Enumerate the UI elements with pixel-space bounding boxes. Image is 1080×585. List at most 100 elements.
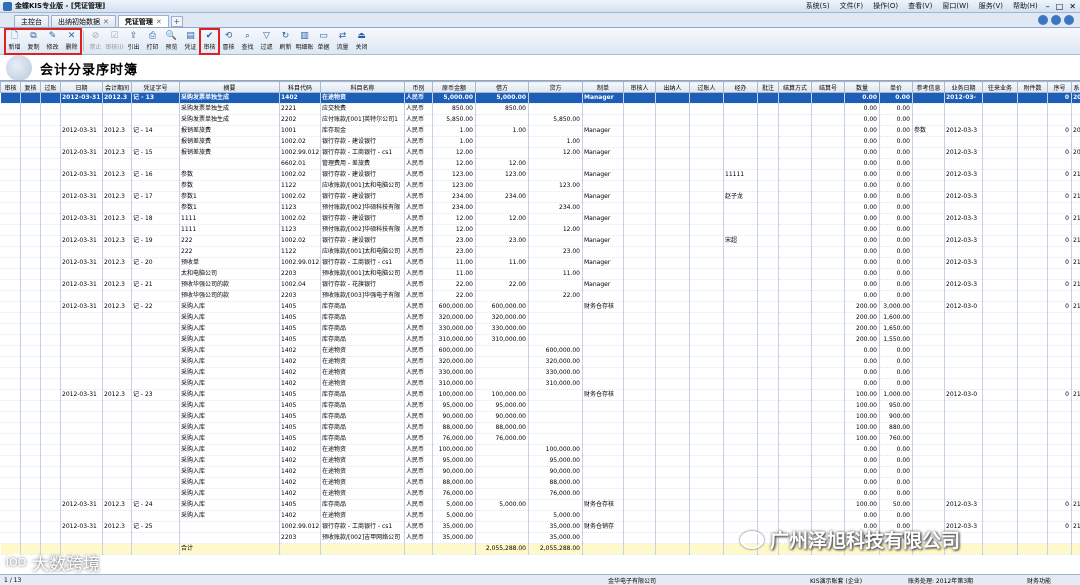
table-row[interactable]: 6602.01 管理费用 - 差旅费 人民币 12.00 12.00 0.00 0.00 — [0, 158, 1080, 170]
smiley-icon[interactable] — [1038, 15, 1048, 25]
table-row[interactable]: 采购入库 1402 在途物资 人民币 330,000.00 330,000.00 0.00 0… — [0, 367, 1080, 379]
voucher-grid[interactable]: 审核 复核 过账 日期 会计期间 凭证字号 摘要 科目代码 科目名称 币别 原币金额 借方 贷方 制单 审核… — [0, 80, 1080, 574]
tab-3[interactable]: 凭证管理 ✕ — [117, 15, 169, 27]
toolbar-button-voucher[interactable]: ▤ 凭证 — [181, 29, 200, 54]
table-row[interactable]: 2012-03-31 2012.3 记 - 17 参数1 1002.02 银行存款 - 建… — [0, 191, 1080, 203]
table-row[interactable]: 2012-03-31 2012.3 记 - 15 报销差旅费 1002.99.012 银行… — [0, 147, 1080, 159]
table-row[interactable]: 采购发票单独生成 2221 应交税费 人民币 850.00 850.00 0.00 0.00 — [0, 103, 1080, 115]
column-header[interactable]: 复核 — [20, 81, 41, 93]
menu-item[interactable]: 帮助(H) — [1009, 1, 1042, 11]
column-header[interactable]: 参考信息 — [912, 81, 945, 93]
toolbar-button-new-doc[interactable]: 🗋 新增 — [5, 29, 24, 54]
column-header[interactable]: 会计期间 — [102, 81, 132, 93]
toolbar-button-ledger[interactable]: ▥ 明细账 — [295, 29, 314, 54]
menu-item[interactable]: 窗口(W) — [938, 1, 972, 11]
minimize-icon[interactable]: – — [1046, 2, 1050, 11]
table-row[interactable]: 2012-03-31 2012.3 记 - 22 采购入库 1405 库存商品 人民币 600… — [0, 301, 1080, 313]
table-row[interactable]: 采购入库 1405 库存商品 人民币 88,000.00 88,000.00 100.00 8… — [0, 422, 1080, 434]
table-row[interactable]: 采购入库 1402 在途物资 人民币 76,000.00 76,000.00 0.00 0.0… — [0, 488, 1080, 500]
toolbar-button-export[interactable]: ⇪ 引出 — [124, 29, 143, 54]
column-header[interactable]: 科目代码 — [279, 81, 321, 93]
table-row[interactable]: 采购发票单独生成 2202 应付账款/[001]英特尔公司1 人民币 5,850.00 5… — [0, 114, 1080, 126]
mail-icon[interactable] — [1064, 15, 1074, 25]
column-header[interactable]: 制单 — [582, 81, 624, 93]
new-tab-button[interactable]: + — [170, 16, 183, 27]
table-row[interactable]: 采购入库 1402 在途物资 人民币 310,000.00 310,000.00 0.00 0… — [0, 378, 1080, 390]
column-header[interactable]: 往来业务 — [982, 81, 1018, 93]
column-header[interactable]: 借方 — [475, 81, 529, 93]
toolbar-button-flow[interactable]: ⇄ 流量 — [333, 29, 352, 54]
table-row[interactable]: 预收华强公司的款 2203 预收账款/[003]华强电子有限 人民币 22.00 22.0… — [0, 290, 1080, 302]
table-row[interactable]: 2012-03-31 2012.3 记 - 19 222 1002.02 银行存款 - 建… — [0, 235, 1080, 247]
toolbar-button-copy[interactable]: ⧉ 复制 — [24, 29, 43, 54]
menu-item[interactable]: 服务(V) — [975, 1, 1007, 11]
table-row[interactable]: 采购入库 1405 库存商品 人民币 90,000.00 90,000.00 100.00 9… — [0, 411, 1080, 423]
toolbar-button-refresh[interactable]: ↻ 刷新 — [276, 29, 295, 54]
table-row[interactable]: 2012-03-31 2012.3 记 - 21 预收华强公司的款 1002.04 银行存… — [0, 279, 1080, 291]
menu-item[interactable]: 操作(O) — [869, 1, 902, 11]
column-header[interactable]: 摘要 — [179, 81, 280, 93]
column-header[interactable]: 单价 — [879, 81, 913, 93]
table-row[interactable]: 采购入库 1405 库存商品 人民币 330,000.00 330,000.00 200.0… — [0, 323, 1080, 335]
column-header[interactable]: 结算号 — [811, 81, 845, 93]
column-header[interactable]: 审核 — [0, 81, 21, 93]
table-row[interactable]: 采购入库 1405 库存商品 人民币 310,000.00 310,000.00 200.0… — [0, 334, 1080, 346]
table-row[interactable]: 采购入库 1402 在途物资 人民币 88,000.00 88,000.00 0.00 0.0… — [0, 477, 1080, 489]
toolbar-button-filter[interactable]: ▽ 过滤 — [257, 29, 276, 54]
toolbar-button-audit[interactable]: ☑ 审核(I) — [105, 29, 124, 54]
toolbar-button-find[interactable]: ⌕ 查找 — [238, 29, 257, 54]
table-row[interactable]: 采购入库 1402 在途物资 人民币 320,000.00 320,000.00 0.00 0… — [0, 356, 1080, 368]
column-header[interactable]: 经办 — [723, 81, 758, 93]
menu-item[interactable]: 文件(F) — [836, 1, 868, 11]
column-header[interactable]: 币别 — [404, 81, 433, 93]
toolbar-button-review[interactable]: ✔ 审核 — [200, 29, 219, 54]
table-row[interactable]: 采购入库 1405 库存商品 人民币 320,000.00 320,000.00 200.0… — [0, 312, 1080, 324]
table-row[interactable]: 采购入库 1402 在途物资 人民币 600,000.00 600,000.00 0.00 0… — [0, 345, 1080, 357]
table-row[interactable]: 2012-03-31 2012.3 记 - 24 采购入库 1405 库存商品 人民币 5,0… — [0, 499, 1080, 511]
toolbar-button-double-check[interactable]: ⟲ 冒核 — [219, 29, 238, 54]
table-row[interactable]: 采购入库 1402 在途物资 人民币 5,000.00 5,000.00 0.00 0.00 — [0, 510, 1080, 522]
table-row[interactable]: 2012-03-31 2012.3 记 - 20 预收单 1002.99.012 银行存款… — [0, 257, 1080, 269]
help-circle-icon[interactable] — [1051, 15, 1061, 25]
column-header[interactable]: 贷方 — [528, 81, 583, 93]
menu-item[interactable]: 查看(V) — [904, 1, 936, 11]
toolbar-button-preview[interactable]: 🔍 预览 — [162, 29, 181, 54]
table-row[interactable]: 采购入库 1405 库存商品 人民币 95,000.00 95,000.00 100.00 9… — [0, 400, 1080, 412]
table-row[interactable]: 2012-03-31 2012.3 记 - 13 采购发票单独生成 1402 在途物资 人民… — [0, 92, 1080, 104]
column-header[interactable]: 结算方式 — [778, 81, 812, 93]
toolbar-button-print[interactable]: ⎙ 打印 — [143, 29, 162, 54]
table-row[interactable]: 2012-03-31 2012.3 记 - 23 采购入库 1405 库存商品 人民币 100… — [0, 389, 1080, 401]
column-header[interactable]: 系 — [1071, 81, 1080, 93]
table-row[interactable]: 采购入库 1405 库存商品 人民币 76,000.00 76,000.00 100.00 7… — [0, 433, 1080, 445]
toolbar-button-edit[interactable]: ✎ 修改 — [43, 29, 62, 54]
column-header[interactable]: 原币金额 — [432, 81, 476, 93]
table-row[interactable]: 2012-03-31 2012.3 记 - 14 报销差旅费 1001 库存现金 人民币 1.… — [0, 125, 1080, 137]
column-header[interactable]: 科目名称 — [320, 81, 405, 93]
column-header[interactable]: 数量 — [844, 81, 880, 93]
table-row[interactable]: 参数 1122 应收账款/[001]太和电脑公司 人民币 123.00 123.00 0.0… — [0, 180, 1080, 192]
table-row[interactable]: 太和电脑公司 2203 预收账款/[001]太和电脑公司 人民币 11.00 11.00 0… — [0, 268, 1080, 280]
column-header[interactable]: 审核人 — [623, 81, 656, 93]
table-row[interactable]: 采购入库 1402 在途物资 人民币 90,000.00 90,000.00 0.00 0.0… — [0, 466, 1080, 478]
column-header[interactable]: 序号 — [1047, 81, 1072, 93]
table-row[interactable]: 报销差旅费 1002.02 银行存款 - 建设银行 人民币 1.00 1.00 0.00 0.… — [0, 136, 1080, 148]
column-header[interactable]: 过账 — [40, 81, 61, 93]
toolbar-button-document[interactable]: ▭ 单据 — [314, 29, 333, 54]
menu-item[interactable]: 系统(S) — [802, 1, 834, 11]
table-row[interactable]: 参数1 1123 预付账款/[002]华硕科技有限 人民币 234.00 234.00 0.… — [0, 202, 1080, 214]
column-header[interactable]: 业务日期 — [944, 81, 983, 93]
table-row[interactable]: 2012-03-31 2012.3 记 - 18 1111 1002.02 银行存款 - … — [0, 213, 1080, 225]
tab-2[interactable]: 出纳初始数据 ✕ — [51, 15, 116, 27]
maximize-icon[interactable]: □ — [1056, 2, 1064, 11]
table-row[interactable]: 222 1122 应收账款/[001]太和电脑公司 人民币 23.00 23.00 0.00… — [0, 246, 1080, 258]
toolbar-button-delete[interactable]: ✕ 删除 — [62, 29, 81, 54]
column-header[interactable]: 附件数 — [1017, 81, 1048, 93]
column-header[interactable]: 凭证字号 — [131, 81, 180, 93]
toolbar-button-close-door[interactable]: ⏏ 关闭 — [352, 29, 371, 54]
close-icon[interactable]: ✕ — [1069, 2, 1076, 11]
table-row[interactable]: 2012-03-31 2012.3 记 - 16 参数 1002.02 银行存款 - 建设… — [0, 169, 1080, 181]
tab-close-icon[interactable]: ✕ — [103, 18, 109, 26]
table-row[interactable]: 1111 1123 预付账款/[002]华硕科技有限 人民币 12.00 12.00 0.0… — [0, 224, 1080, 236]
tab-1[interactable]: 主控台 — [14, 15, 49, 27]
table-row[interactable]: 采购入库 1402 在途物资 人民币 95,000.00 95,000.00 0.00 0.0… — [0, 455, 1080, 467]
